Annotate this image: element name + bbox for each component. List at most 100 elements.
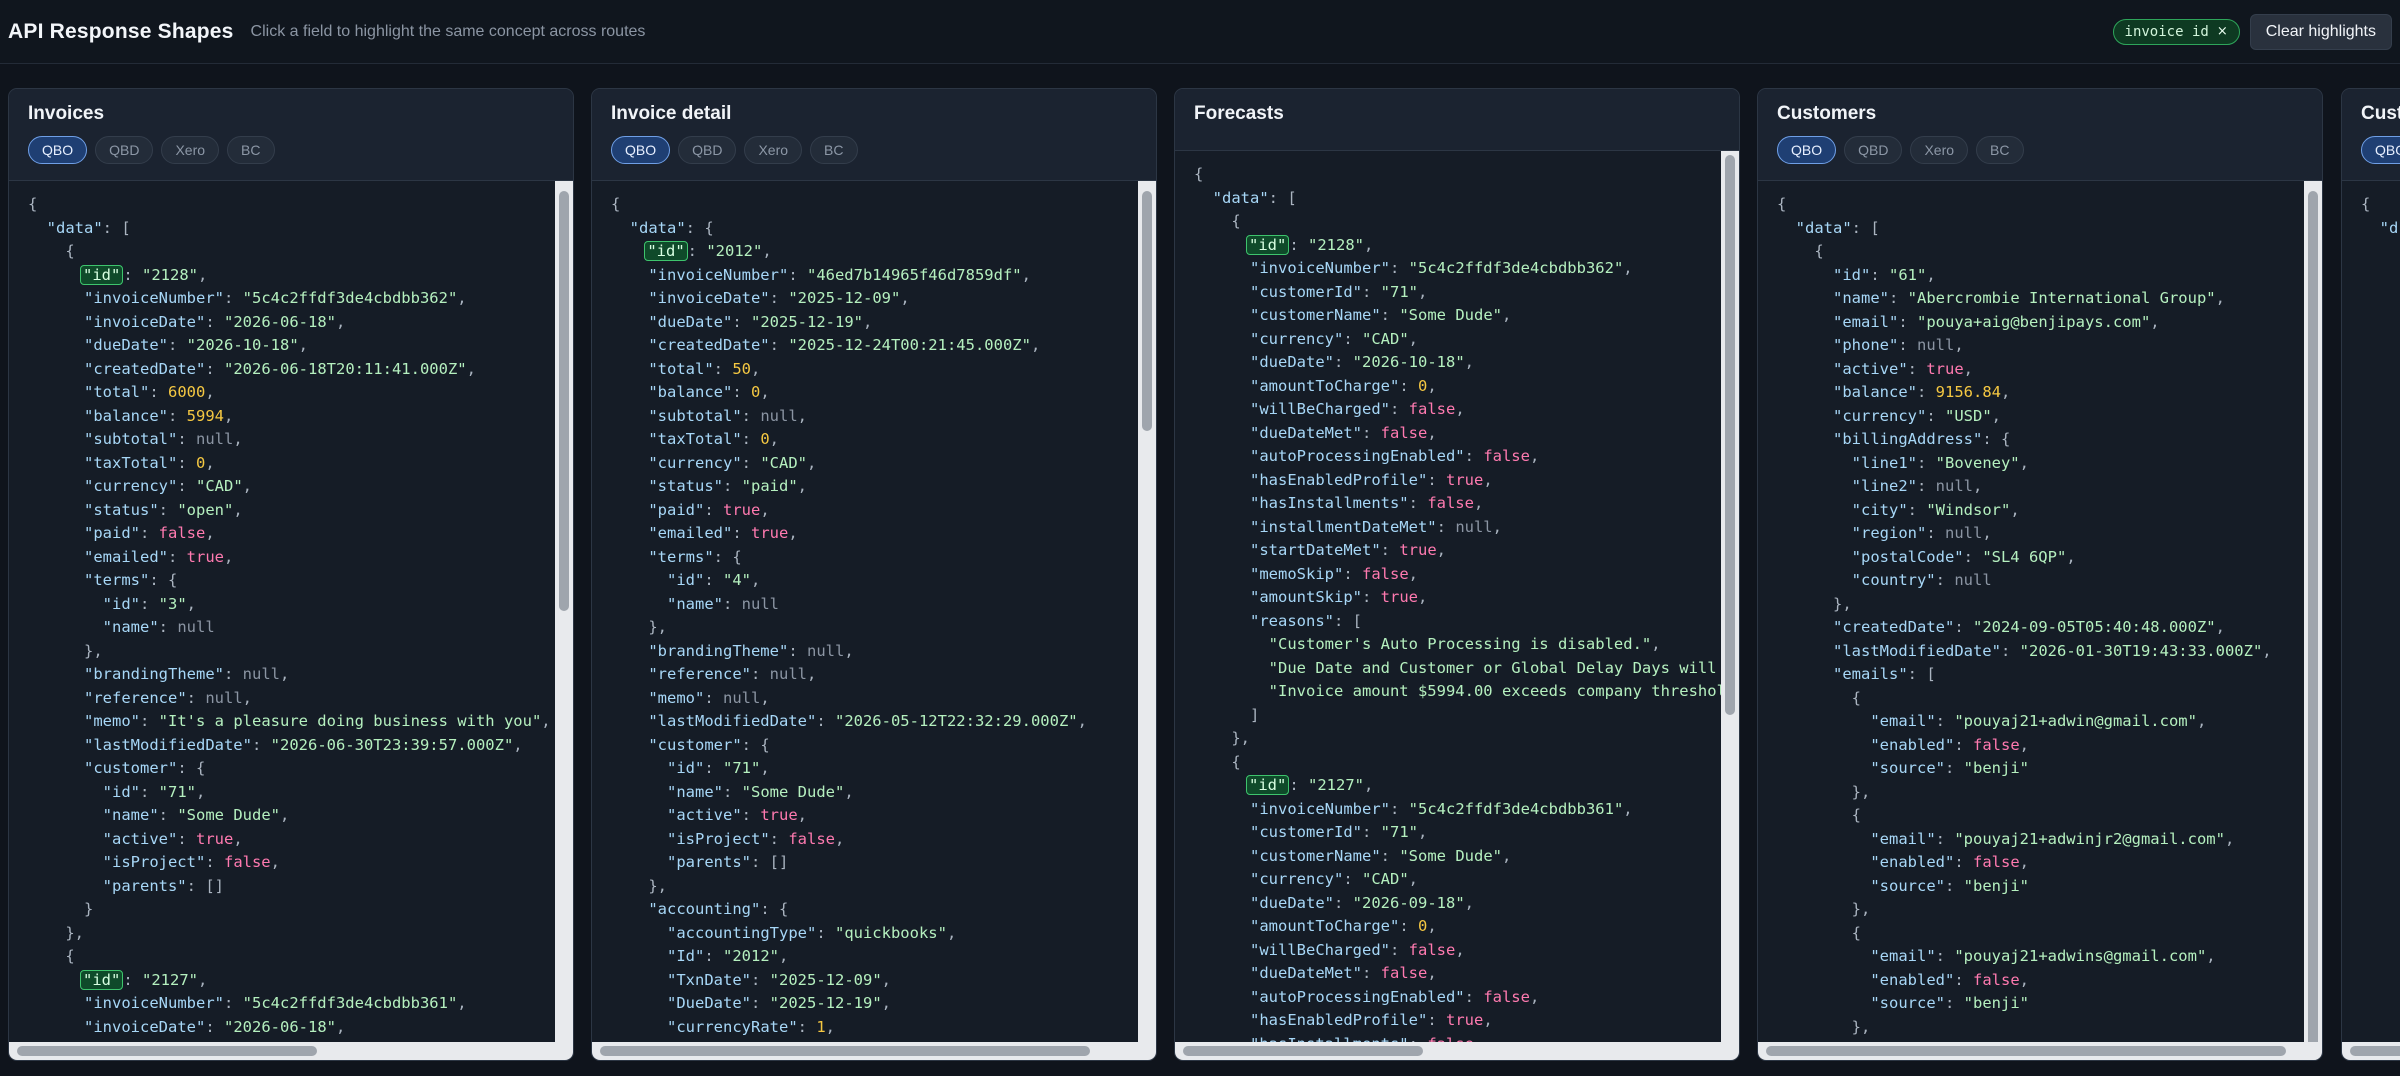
scrollbar-thumb[interactable] bbox=[1766, 1046, 2286, 1056]
field-key[interactable]: "customerId" bbox=[1250, 823, 1362, 841]
field-key[interactable]: "reference" bbox=[648, 665, 751, 683]
vertical-scrollbar[interactable] bbox=[1138, 181, 1156, 1042]
horizontal-scrollbar[interactable] bbox=[1175, 1042, 1739, 1060]
field-key[interactable]: "Id" bbox=[667, 947, 704, 965]
field-key[interactable]: "memoSkip" bbox=[1250, 565, 1343, 583]
field-key[interactable]: "data" bbox=[630, 219, 686, 237]
field-key[interactable]: "brandingTheme" bbox=[648, 642, 788, 660]
field-key[interactable]: "email" bbox=[1833, 313, 1898, 331]
scrollbar-thumb[interactable] bbox=[2308, 191, 2318, 1060]
horizontal-scrollbar[interactable] bbox=[9, 1042, 573, 1060]
tab-bc[interactable]: BC bbox=[227, 136, 275, 164]
json-viewer[interactable]: { "data": [ { "id": "2128", "invoiceNumb… bbox=[1175, 151, 1721, 1042]
field-key[interactable]: "invoiceNumber" bbox=[1250, 259, 1390, 277]
vertical-scrollbar[interactable] bbox=[1721, 151, 1739, 1042]
field-key[interactable]: "autoProcessingEnabled" bbox=[1250, 447, 1465, 465]
field-key[interactable]: "data" bbox=[1796, 219, 1852, 237]
field-key[interactable]: "terms" bbox=[648, 548, 713, 566]
field-key[interactable]: "phone" bbox=[1833, 336, 1898, 354]
field-key[interactable]: "currencyRate" bbox=[667, 1018, 798, 1036]
clear-highlights-button[interactable]: Clear highlights bbox=[2249, 13, 2392, 50]
field-key[interactable]: "name" bbox=[1833, 289, 1889, 307]
field-key[interactable]: "brandingTheme" bbox=[84, 665, 224, 683]
field-key[interactable]: "line2" bbox=[1852, 477, 1917, 495]
field-key[interactable]: "customerName" bbox=[1250, 306, 1381, 324]
field-key[interactable]: "parents" bbox=[667, 853, 751, 871]
field-key[interactable]: "lastModifiedDate" bbox=[648, 712, 816, 730]
field-key[interactable]: "reference" bbox=[84, 689, 187, 707]
field-key[interactable]: "name" bbox=[667, 595, 723, 613]
field-key[interactable]: "dueDate" bbox=[648, 313, 732, 331]
field-key[interactable]: "hasEnabledProfile" bbox=[1250, 1011, 1427, 1029]
field-key[interactable]: "DueDate" bbox=[667, 994, 751, 1012]
field-key[interactable]: "currency" bbox=[1250, 330, 1343, 348]
field-key[interactable]: "isProject" bbox=[667, 830, 770, 848]
horizontal-scrollbar[interactable] bbox=[592, 1042, 1156, 1060]
field-key[interactable]: "line1" bbox=[1852, 454, 1917, 472]
vertical-scrollbar[interactable] bbox=[2304, 181, 2322, 1060]
field-key[interactable]: "d bbox=[2380, 219, 2399, 237]
field-key[interactable]: "active" bbox=[103, 830, 178, 848]
field-key[interactable]: "createdDate" bbox=[1833, 618, 1954, 636]
field-key[interactable]: "installmentDateMet" bbox=[1250, 518, 1437, 536]
scrollbar-thumb[interactable] bbox=[17, 1046, 317, 1056]
tab-qbo[interactable]: QBO bbox=[1777, 136, 1837, 164]
highlighted-field-key[interactable]: "id" bbox=[80, 969, 124, 990]
highlighted-field-key[interactable]: "id" bbox=[644, 241, 688, 261]
field-key[interactable]: "name" bbox=[667, 783, 723, 801]
field-key[interactable]: "invoiceDate" bbox=[84, 313, 205, 331]
field-key[interactable]: "dueDate" bbox=[1250, 353, 1334, 371]
field-key[interactable]: "autoProcessingEnabled" bbox=[1250, 988, 1465, 1006]
field-key[interactable]: "subtotal" bbox=[84, 430, 177, 448]
field-key[interactable]: "balance" bbox=[648, 383, 732, 401]
field-key[interactable]: "name" bbox=[103, 618, 159, 636]
field-key[interactable]: "invoiceNumber" bbox=[648, 266, 788, 284]
field-key[interactable]: "id" bbox=[103, 783, 140, 801]
field-key[interactable]: "id" bbox=[1833, 266, 1870, 284]
json-viewer[interactable]: { "data": { "id": "2012", "invoiceNumber… bbox=[592, 181, 1138, 1042]
tab-qbo[interactable]: QBO bbox=[28, 136, 88, 164]
field-key[interactable]: "invoiceNumber" bbox=[1250, 800, 1390, 818]
field-key[interactable]: "source" bbox=[1870, 759, 1945, 777]
field-key[interactable]: "source" bbox=[1870, 994, 1945, 1012]
field-key[interactable]: "dueDateMet" bbox=[1250, 964, 1362, 982]
scrollbar-thumb[interactable] bbox=[2350, 1046, 2400, 1056]
tab-qbd[interactable]: QBD bbox=[678, 136, 737, 164]
field-key[interactable]: "hasInstallments" bbox=[1250, 494, 1409, 512]
field-key[interactable]: "email" bbox=[1870, 712, 1935, 730]
tab-qbo[interactable]: QBO bbox=[611, 136, 671, 164]
vertical-scrollbar[interactable] bbox=[555, 181, 573, 1042]
tab-xero[interactable]: Xero bbox=[161, 136, 220, 164]
field-key[interactable]: "postalCode" bbox=[1852, 548, 1964, 566]
field-key[interactable]: "data" bbox=[1213, 189, 1269, 207]
field-key[interactable]: "email" bbox=[1870, 830, 1935, 848]
close-icon[interactable]: × bbox=[2217, 24, 2228, 39]
field-key[interactable]: "memo" bbox=[84, 712, 140, 730]
scrollbar-thumb[interactable] bbox=[1142, 191, 1152, 431]
tab-qbo[interactable]: QBO bbox=[2361, 136, 2400, 164]
field-key[interactable]: "status" bbox=[84, 501, 159, 519]
field-key[interactable]: "enabled" bbox=[1870, 736, 1954, 754]
field-key[interactable]: "parents" bbox=[103, 877, 187, 895]
json-viewer[interactable]: { "d bbox=[2342, 181, 2400, 1042]
tab-qbd[interactable]: QBD bbox=[95, 136, 154, 164]
field-key[interactable]: "id" bbox=[103, 595, 140, 613]
field-key[interactable]: "currency" bbox=[84, 477, 177, 495]
field-key[interactable]: "enabled" bbox=[1870, 853, 1954, 871]
field-key[interactable]: "createdDate" bbox=[84, 360, 205, 378]
scrollbar-thumb[interactable] bbox=[1183, 1046, 1423, 1056]
field-key[interactable]: "terms" bbox=[84, 571, 149, 589]
horizontal-scrollbar[interactable] bbox=[2342, 1042, 2400, 1060]
field-key[interactable]: "dueDateMet" bbox=[1250, 424, 1362, 442]
highlighted-field-key[interactable]: "id" bbox=[1246, 775, 1290, 795]
field-key[interactable]: "subtotal" bbox=[648, 407, 741, 425]
field-key[interactable]: "createdDate" bbox=[648, 336, 769, 354]
tab-qbd[interactable]: QBD bbox=[1844, 136, 1903, 164]
json-viewer[interactable]: { "data": [ { "id": "61", "name": "Aberc… bbox=[1758, 181, 2304, 1042]
field-key[interactable]: "invoiceDate" bbox=[84, 1018, 205, 1036]
field-key[interactable]: "region" bbox=[1852, 524, 1927, 542]
field-key[interactable]: "reasons" bbox=[1250, 612, 1334, 630]
field-key[interactable]: "willBeCharged" bbox=[1250, 400, 1390, 418]
field-key[interactable]: "name" bbox=[103, 806, 159, 824]
field-key[interactable]: "emails" bbox=[1833, 665, 1908, 683]
